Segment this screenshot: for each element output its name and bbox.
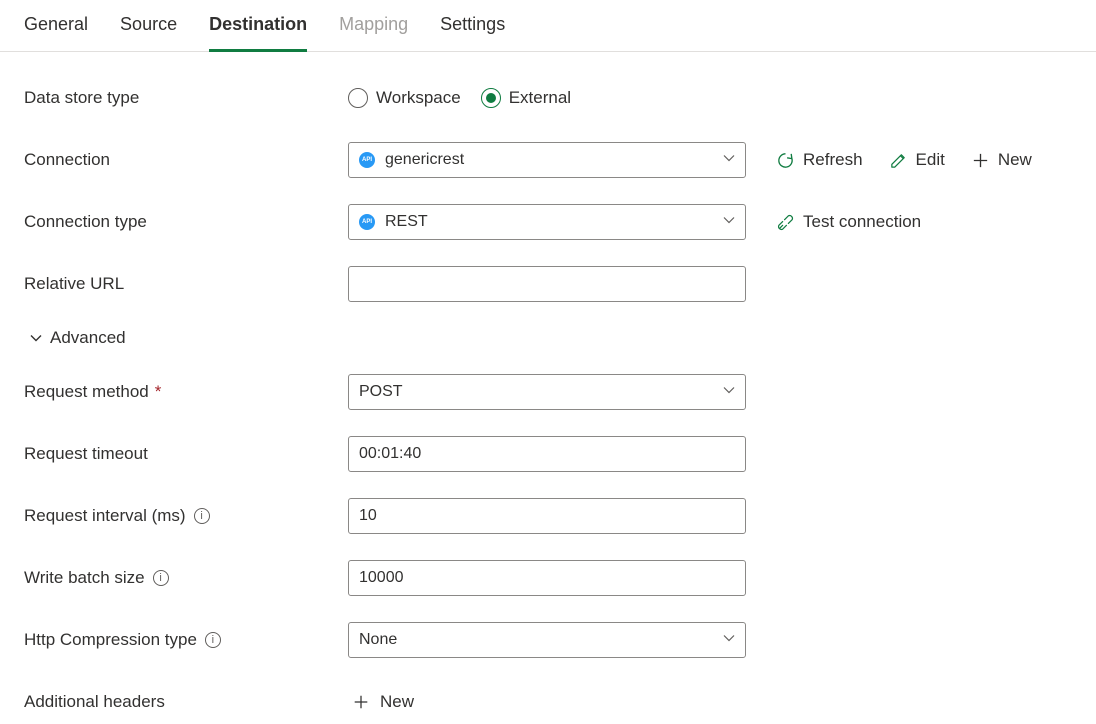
- advanced-toggle[interactable]: Advanced: [30, 328, 1072, 348]
- connection-value: genericrest: [385, 151, 464, 169]
- tab-bar: General Source Destination Mapping Setti…: [0, 0, 1096, 52]
- connection-service-icon: API: [359, 152, 375, 168]
- label-write-batch-size: Write batch size i: [24, 568, 348, 588]
- request-method-select[interactable]: POST: [348, 374, 746, 410]
- edit-label: Edit: [916, 150, 945, 170]
- info-icon[interactable]: i: [153, 570, 169, 586]
- request-timeout-value: 00:01:40: [359, 445, 421, 463]
- label-connection: Connection: [24, 150, 348, 170]
- radio-workspace-label: Workspace: [376, 88, 461, 108]
- tab-settings[interactable]: Settings: [440, 0, 505, 51]
- test-connection-icon: [776, 213, 795, 232]
- tab-mapping[interactable]: Mapping: [339, 0, 408, 51]
- advanced-label: Advanced: [50, 328, 126, 348]
- edit-button[interactable]: Edit: [889, 150, 945, 170]
- connection-select[interactable]: API genericrest: [348, 142, 746, 178]
- label-request-timeout: Request timeout: [24, 444, 348, 464]
- write-batch-size-value: 10000: [359, 569, 404, 587]
- request-method-value: POST: [359, 383, 403, 401]
- radio-icon: [348, 88, 368, 108]
- add-header-button[interactable]: New: [348, 692, 746, 712]
- radio-external-label: External: [509, 88, 571, 108]
- new-label: New: [998, 150, 1032, 170]
- radio-external[interactable]: External: [481, 88, 571, 108]
- chevron-down-icon: [30, 332, 42, 344]
- plus-icon: [971, 151, 990, 170]
- chevron-down-icon: [723, 383, 735, 401]
- request-interval-input[interactable]: 10: [348, 498, 746, 534]
- http-compression-value: None: [359, 631, 397, 649]
- request-timeout-input[interactable]: 00:01:40: [348, 436, 746, 472]
- label-additional-headers: Additional headers: [24, 692, 348, 712]
- chevron-down-icon: [723, 631, 735, 649]
- connection-type-icon: API: [359, 214, 375, 230]
- label-relative-url: Relative URL: [24, 274, 348, 294]
- label-data-store-type: Data store type: [24, 88, 348, 108]
- tab-destination[interactable]: Destination: [209, 0, 307, 51]
- radio-icon: [481, 88, 501, 108]
- label-http-compression-type: Http Compression type i: [24, 630, 348, 650]
- info-icon[interactable]: i: [194, 508, 210, 524]
- add-header-label: New: [380, 692, 414, 712]
- relative-url-input[interactable]: [348, 266, 746, 302]
- radio-workspace[interactable]: Workspace: [348, 88, 461, 108]
- refresh-label: Refresh: [803, 150, 863, 170]
- tab-source[interactable]: Source: [120, 0, 177, 51]
- info-icon[interactable]: i: [205, 632, 221, 648]
- test-connection-label: Test connection: [803, 212, 921, 232]
- plus-icon: [352, 693, 370, 711]
- refresh-button[interactable]: Refresh: [776, 150, 863, 170]
- connection-type-select[interactable]: API REST: [348, 204, 746, 240]
- test-connection-button[interactable]: Test connection: [776, 212, 921, 232]
- write-batch-size-input[interactable]: 10000: [348, 560, 746, 596]
- request-interval-value: 10: [359, 507, 377, 525]
- chevron-down-icon: [723, 151, 735, 169]
- connection-type-value: REST: [385, 213, 428, 231]
- http-compression-select[interactable]: None: [348, 622, 746, 658]
- label-connection-type: Connection type: [24, 212, 348, 232]
- tab-general[interactable]: General: [24, 0, 88, 51]
- destination-form: Data store type Workspace External Conne…: [0, 52, 1096, 720]
- label-request-method: Request method*: [24, 382, 348, 402]
- new-button[interactable]: New: [971, 150, 1032, 170]
- refresh-icon: [776, 151, 795, 170]
- edit-icon: [889, 151, 908, 170]
- chevron-down-icon: [723, 213, 735, 231]
- data-store-type-radio-group: Workspace External: [348, 88, 746, 108]
- label-request-interval: Request interval (ms) i: [24, 506, 348, 526]
